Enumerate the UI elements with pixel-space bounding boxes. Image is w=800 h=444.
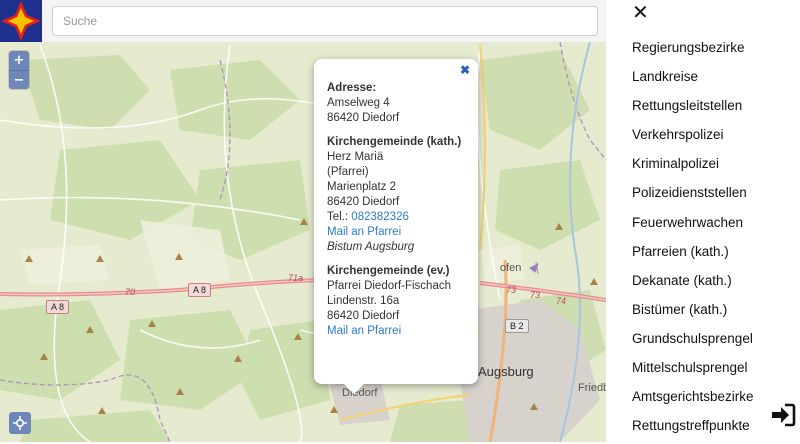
menu-item-rettungsleitstellen[interactable]: Rettungsleitstellen [632,95,754,124]
road-number: 73 [506,285,517,295]
zoom-in-button[interactable]: + [9,51,29,70]
menu-item-dekanate[interactable]: Dekanate (kath.) [632,270,754,299]
road-number: 73 [530,290,541,300]
road-shield-a8: A 8 [46,300,70,314]
kath-mail-link[interactable]: Mail an Pfarrei [327,225,466,240]
menu-item-pfarreien[interactable]: Pfarreien (kath.) [632,241,754,270]
map-label-augsburg: Augsburg [478,364,534,379]
phone-label: Tel.: [327,211,352,223]
map-view[interactable]: Augsburg Diedorf Friedb ofen A 8 A 8 B 2… [0,0,606,442]
menu-item-regierungsbezirke[interactable]: Regierungsbezirke [632,37,754,66]
menu-item-mittelschulsprengel[interactable]: Mittelschulsprengel [632,357,754,386]
map-label-hofen: ofen [500,262,522,274]
zoom-out-button[interactable]: − [9,70,29,89]
popup-close-icon[interactable]: ✖ [460,63,470,78]
ev-parish-heading: Kirchengemeinde (ev.) [327,265,450,277]
kath-parish-name: Herz Mariä [327,151,384,163]
login-button[interactable] [770,402,796,428]
kath-parish-phone: Tel.: 082382326 [327,210,466,225]
menu-item-feuerwehrwachen[interactable]: Feuerwehrwachen [632,212,754,241]
sidebar-close-icon[interactable]: ✕ [632,0,649,24]
kath-parish-city: 86420 Diedorf [327,196,400,208]
diocese-name: Bistum Augsburg [327,241,415,253]
map-label-friedberg: Friedb [578,382,606,394]
zoom-control: + − [9,51,29,89]
compass-star-icon [1,1,41,41]
kath-parish-type: (Pfarrei) [327,166,369,178]
layer-menu: Regierungsbezirke Landkreise Rettungslei… [632,37,754,444]
kath-parish-street: Marienplatz 2 [327,181,397,193]
menu-item-grundschulsprengel[interactable]: Grundschulsprengel [632,328,754,357]
search-input[interactable] [52,6,598,36]
ev-parish-name: Pfarrei Diedorf-Fischach [327,280,451,292]
address-heading: Adresse: [327,82,377,94]
app-logo[interactable] [0,0,42,42]
menu-item-kriminalpolizei[interactable]: Kriminalpolizei [632,153,754,182]
locate-button[interactable] [9,412,31,434]
info-popup: ✖ Adresse: Amselweg 4 86420 Diedorf Kirc… [314,59,478,394]
menu-item-amtsgerichtsbezirke[interactable]: Amtsgerichtsbezirke [632,386,754,415]
address-street: Amselweg 4 [327,97,390,109]
road-number: 71a [288,273,304,283]
address-city: 86420 Diedorf [327,112,400,124]
ev-mail-link[interactable]: Mail an Pfarrei [327,324,466,339]
road-shield-a8: A 8 [188,283,212,297]
menu-item-rettungstreffpunkte[interactable]: Rettungstreffpunkte [632,415,754,444]
search-bar [0,0,606,42]
crosshair-icon [13,416,27,430]
ev-parish-city: 86420 Diedorf [327,310,400,322]
ev-parish-section: Kirchengemeinde (ev.) Pfarrei Diedorf-Fi… [327,264,466,339]
menu-item-landkreise[interactable]: Landkreise [632,66,754,95]
sign-in-arrow-icon [772,403,796,427]
address-section: Adresse: Amselweg 4 86420 Diedorf [327,81,466,126]
road-number: 74 [556,296,567,306]
road-shield-b2: B 2 [505,319,529,333]
layer-sidebar: ✕ Regierungsbezirke Landkreise Rettungsl… [606,0,800,442]
ev-parish-street: Lindenstr. 16a [327,295,400,307]
menu-item-verkehrspolizei[interactable]: Verkehrspolizei [632,124,754,153]
phone-link[interactable]: 082382326 [351,211,409,223]
road-number: 70 [125,287,136,297]
menu-item-bistuemer[interactable]: Bistümer (kath.) [632,299,754,328]
kath-parish-section: Kirchengemeinde (kath.) Herz Mariä (Pfar… [327,135,466,255]
popup-tip [344,384,364,394]
menu-item-polizeidienststellen[interactable]: Polizeidienststellen [632,182,754,211]
kath-parish-heading: Kirchengemeinde (kath.) [327,136,462,148]
